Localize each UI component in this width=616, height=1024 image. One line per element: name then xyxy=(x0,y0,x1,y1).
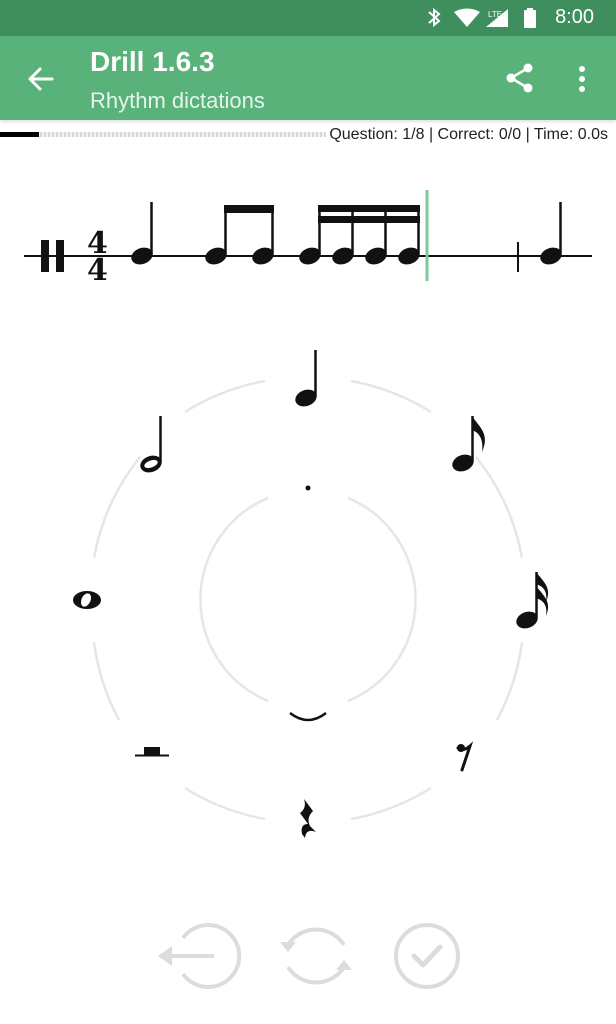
stats-separator: | xyxy=(424,126,438,143)
wifi-icon xyxy=(454,8,480,27)
inner-ring xyxy=(199,496,417,703)
tie-modifier-icon[interactable] xyxy=(289,711,327,722)
bottom-actions xyxy=(158,923,460,989)
status-icons: LTE xyxy=(428,7,536,28)
eighth-note-icon[interactable] xyxy=(450,416,485,474)
timer: Time: 0.0s xyxy=(533,126,608,143)
quarter-note-icon[interactable] xyxy=(293,350,319,409)
backspace-button[interactable] xyxy=(158,923,242,989)
staff-note-quarter-next xyxy=(540,202,562,265)
back-arrow-icon[interactable] xyxy=(26,64,56,94)
stats-line: Question: 1/8 | Correct: 0/0 | Time: 0.0… xyxy=(329,126,608,144)
dot-modifier-icon[interactable] xyxy=(305,485,311,491)
question-counter: Question: 1/8 xyxy=(329,126,425,143)
status-time: 8:00 xyxy=(555,6,594,28)
replay-button[interactable] xyxy=(280,927,352,985)
app-bar: Drill 1.6.3 Rhythm dictations xyxy=(0,36,616,120)
half-rest-icon[interactable] xyxy=(135,747,169,757)
status-bar: LTE 8:00 xyxy=(0,0,616,36)
staff-note-quarter xyxy=(131,202,153,265)
half-note-icon[interactable] xyxy=(138,416,164,475)
more-vert-icon[interactable] xyxy=(574,64,590,94)
eighth-rest-icon[interactable] xyxy=(456,741,474,772)
page-title: Drill 1.6.3 xyxy=(90,46,215,77)
note-wheel xyxy=(73,350,549,838)
correct-counter: Correct: 0/0 xyxy=(437,126,522,143)
battery-icon xyxy=(524,8,536,28)
time-signature-bottom: 4 xyxy=(87,253,108,288)
page-subtitle: Rhythm dictations xyxy=(90,88,265,113)
staff-note-eighth-pair xyxy=(205,205,274,265)
progress-bar xyxy=(0,132,326,137)
whole-note-icon[interactable] xyxy=(73,591,101,609)
stats-separator: | xyxy=(521,126,534,143)
check-button[interactable] xyxy=(394,923,460,989)
quarter-rest-icon[interactable] xyxy=(300,799,316,838)
sixteenth-note-icon[interactable] xyxy=(514,572,549,631)
bluetooth-icon xyxy=(428,7,441,28)
staff-note-sixteenth-group xyxy=(299,205,420,265)
share-icon[interactable] xyxy=(504,62,536,94)
lte-label: LTE xyxy=(488,10,502,19)
progress-fill xyxy=(0,132,40,137)
rhythm-staff: 4 4 xyxy=(24,190,592,288)
